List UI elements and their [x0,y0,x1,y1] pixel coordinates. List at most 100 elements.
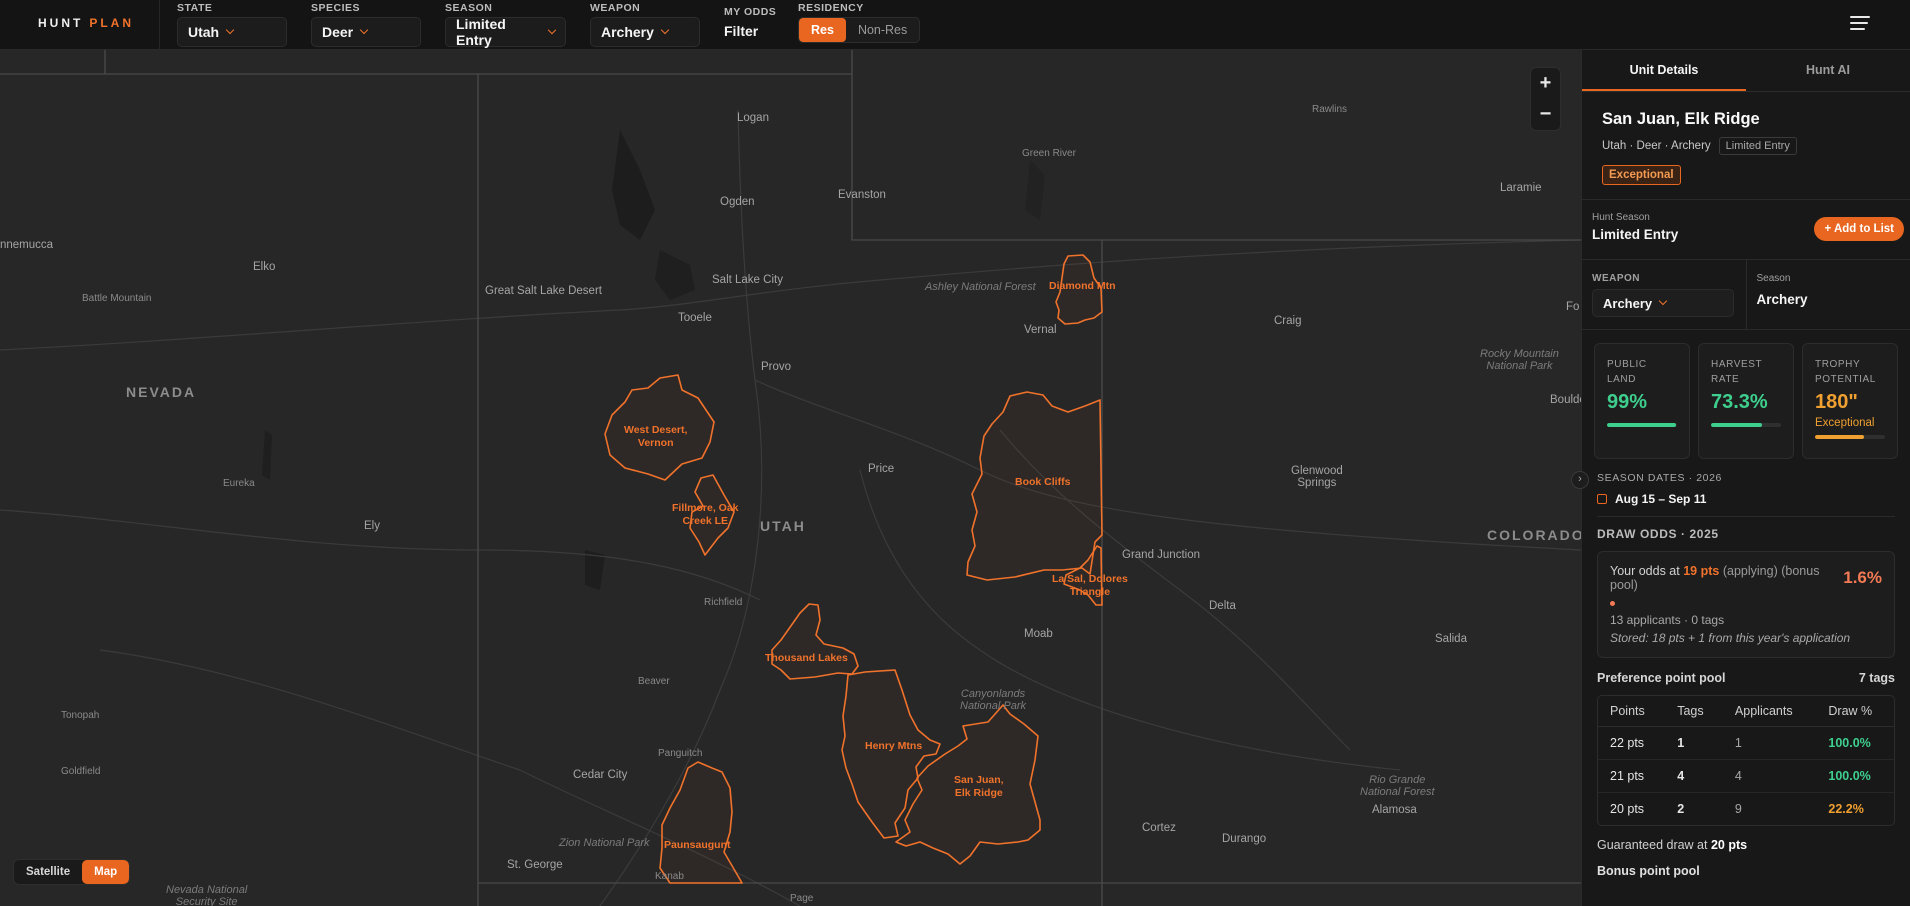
state-select[interactable]: Utah [177,17,287,47]
unit-meta: Utah · Deer · Archery Limited Entry [1602,137,1890,155]
weapon-label: WEAPON [1592,273,1640,284]
odds-indicator [1610,601,1615,606]
state-label: COLORADO [1487,527,1581,543]
pref-pool-header: Preference point pool 7 tags [1597,671,1895,685]
unit-label-diamond-mtn[interactable]: Diamond Mtn [1049,280,1116,293]
odds-percent: 1.6% [1843,568,1882,587]
place-label: Elko [253,261,276,273]
col-tags: Tags [1665,696,1723,727]
weapon-filter-label: WEAPON [590,2,641,14]
place-label: Ogden [720,196,755,208]
table-row: 21 pts 4 4 100.0% [1598,760,1894,793]
place-label: Tooele [678,312,712,324]
draw-odds-title: DRAW ODDS · 2025 [1597,527,1719,541]
zoom-in-button[interactable]: + [1531,68,1560,99]
unit-label-paunsaugunt[interactable]: Paunsaugunt [664,839,731,852]
season-dates: Aug 15 – Sep 11 [1597,492,1895,506]
top-bar: HUNT PLAN STATE Utah SPECIES Deer SEASON … [0,0,1910,50]
place-label: Delta [1209,600,1236,612]
place-label: Grand Junction [1122,549,1200,561]
pref-pool-table: Points Tags Applicants Draw % 22 pts 1 1… [1597,695,1895,826]
tab-hunt-ai[interactable]: Hunt AI [1746,50,1910,91]
stat-value: 73.3% [1711,391,1768,413]
state-label: NEVADA [126,384,197,400]
season-dates-label: SEASON DATES · 2026 [1597,472,1722,484]
place-label: Goldfield [61,766,101,777]
basemap-toggle: Satellite Map [13,859,131,885]
cell-tags: 2 [1677,802,1685,816]
species-select[interactable]: Deer [311,17,421,47]
season-cell: Season Archery [1745,260,1910,329]
unit-label-west-desert-vernon[interactable]: West Desert, Vernon [624,424,687,450]
state-label: UTAH [760,518,806,534]
place-label: Evanston [838,189,886,201]
stat-bar [1711,423,1781,427]
menu-icon[interactable] [1850,16,1870,32]
residency-label: RESIDENCY [798,2,864,14]
unit-label-la-sal-dolores[interactable]: La Sal, Dolores Triangle [1052,573,1128,599]
unit-label-thousand-lakes[interactable]: Thousand Lakes [765,652,848,665]
season-value: Archery [1756,292,1808,307]
odds-stored: Stored: 18 pts + 1 from this year's appl… [1610,631,1851,645]
bonus-pool-label: Bonus point pool [1597,864,1700,878]
unit-label-san-juan-elk-ridge[interactable]: San Juan, Elk Ridge [954,774,1004,800]
place-label: Fo [1566,301,1580,313]
unit-meta-text: Utah · Deer · Archery [1602,140,1711,152]
stat-label: TROPHY POTENTIAL [1815,359,1876,385]
stat-sub: Exceptional [1815,417,1875,429]
my-odds-filter-button[interactable]: Filter [724,23,776,39]
place-label: Laramie [1500,182,1542,194]
park-label: Rocky Mountain National Park [1480,348,1559,372]
place-label: Salt Lake City [712,274,783,286]
park-label: Zion National Park [559,837,650,849]
place-label: Durango [1222,833,1267,845]
season-select[interactable]: Limited Entry [445,16,566,48]
season-label: Season [1756,273,1791,284]
place-label: Cortez [1142,822,1176,834]
weapon-dropdown[interactable]: Archery [1592,289,1734,317]
place-label: nnemucca [0,239,54,251]
plus-icon: + [1824,223,1834,235]
weapon-season-row: WEAPON Archery Season Archery [1582,260,1910,330]
unit-label-fillmore-oak-creek[interactable]: Fillmore, Oak Creek LE [672,502,739,528]
unit-type-chip: Limited Entry [1718,137,1797,155]
satellite-option[interactable]: Satellite [14,860,82,884]
top-bar-divider [159,0,160,50]
state-filter: STATE Utah [177,2,287,47]
place-label: Vernal [1024,324,1057,336]
calendar-icon [1597,494,1607,504]
residency-nonres-option[interactable]: Non-Res [846,18,919,42]
add-to-list-button[interactable]: + Add to List [1814,217,1904,241]
residency-res-option[interactable]: Res [799,18,846,42]
map-view[interactable]: Logan Rawlins Green River Ogden Evanston… [0,50,1581,906]
app-logo[interactable]: HUNT PLAN [38,16,134,30]
my-odds-label: MY ODDS [724,6,777,18]
residency-toggle: Res Non-Res [798,17,921,43]
place-label: Boulder [1550,394,1581,406]
stat-harvest-rate: HARVEST RATE 73.3% [1698,343,1794,459]
place-label: Moab [1024,628,1053,640]
unit-label-book-cliffs[interactable]: Book Cliffs [1015,476,1070,489]
tab-unit-details[interactable]: Unit Details [1582,50,1746,91]
cell-points: 22 pts [1598,727,1666,760]
park-label: Ashley National Forest [925,281,1036,293]
place-label: Provo [761,361,792,373]
unit-details-panel: Unit Details Hunt AI San Juan, Elk Ridge… [1581,50,1910,906]
odds-line: Your odds at 19 pts (applying) (bonus po… [1610,564,1882,592]
park-label: Rio Grande National Forest [1360,774,1435,798]
cell-points: 20 pts [1610,802,1645,816]
map-option[interactable]: Map [82,860,130,884]
chevron-down-icon [660,25,670,35]
odds-meta: 13 applicants · 0 tags [1610,613,1725,627]
zoom-out-button[interactable]: − [1531,99,1560,130]
place-label: Price [868,463,895,475]
place-label: Panguitch [658,748,703,759]
chevron-down-icon [1658,296,1668,306]
collapse-panel-button[interactable]: › [1571,471,1589,489]
park-label: Nevada National Security Site [166,884,248,906]
weapon-select[interactable]: Archery [590,17,700,47]
season-filter: SEASON Limited Entry [445,2,566,48]
col-draw: Draw % [1816,696,1894,727]
stat-bar [1607,423,1677,427]
unit-label-henry-mtns[interactable]: Henry Mtns [865,740,922,753]
